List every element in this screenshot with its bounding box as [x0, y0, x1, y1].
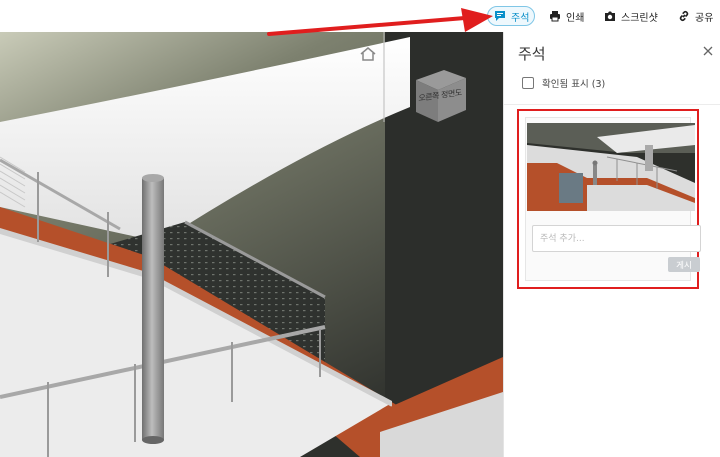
- print-button[interactable]: 인쇄: [549, 6, 584, 26]
- app-window: 주석 인쇄 스크린샷 공유 오른쪽 정면도 주석 확인됨 표시 (3) 주석 추…: [0, 0, 720, 457]
- share-button[interactable]: 공유: [678, 6, 713, 26]
- comment-button-label: 주석: [511, 12, 530, 24]
- thumbnail-scene: [527, 123, 695, 211]
- screenshot-button-label: 스크린샷: [621, 12, 658, 24]
- link-icon: [679, 11, 689, 21]
- print-button-label: 인쇄: [566, 12, 585, 24]
- comment-button[interactable]: 주석: [487, 6, 535, 26]
- post-button[interactable]: 게시: [668, 257, 700, 272]
- model-viewport[interactable]: 오른쪽 정면도: [0, 32, 503, 457]
- comments-panel: 주석 확인됨 표시 (3) 주석 추가... 게시: [503, 32, 720, 457]
- close-icon[interactable]: [702, 45, 714, 57]
- comment-input[interactable]: [532, 225, 701, 252]
- home-icon[interactable]: [359, 46, 377, 62]
- show-resolved-label: 확인됨 표시 (3): [542, 79, 606, 90]
- panel-title: 주석: [518, 45, 546, 63]
- show-resolved-checkbox[interactable]: [522, 77, 534, 89]
- comment-screenshot-thumbnail: [527, 123, 695, 211]
- printer-icon: [550, 11, 560, 22]
- screenshot-button[interactable]: 스크린샷: [604, 6, 658, 26]
- camera-icon: [605, 11, 615, 21]
- divider: [504, 104, 720, 105]
- comment-icon: [495, 11, 505, 21]
- top-toolbar: 주석 인쇄 스크린샷 공유: [0, 0, 720, 32]
- new-comment-card: 게시: [517, 109, 701, 289]
- show-resolved-row[interactable]: 확인됨 표시 (3): [522, 76, 605, 90]
- share-button-label: 공유: [695, 12, 714, 24]
